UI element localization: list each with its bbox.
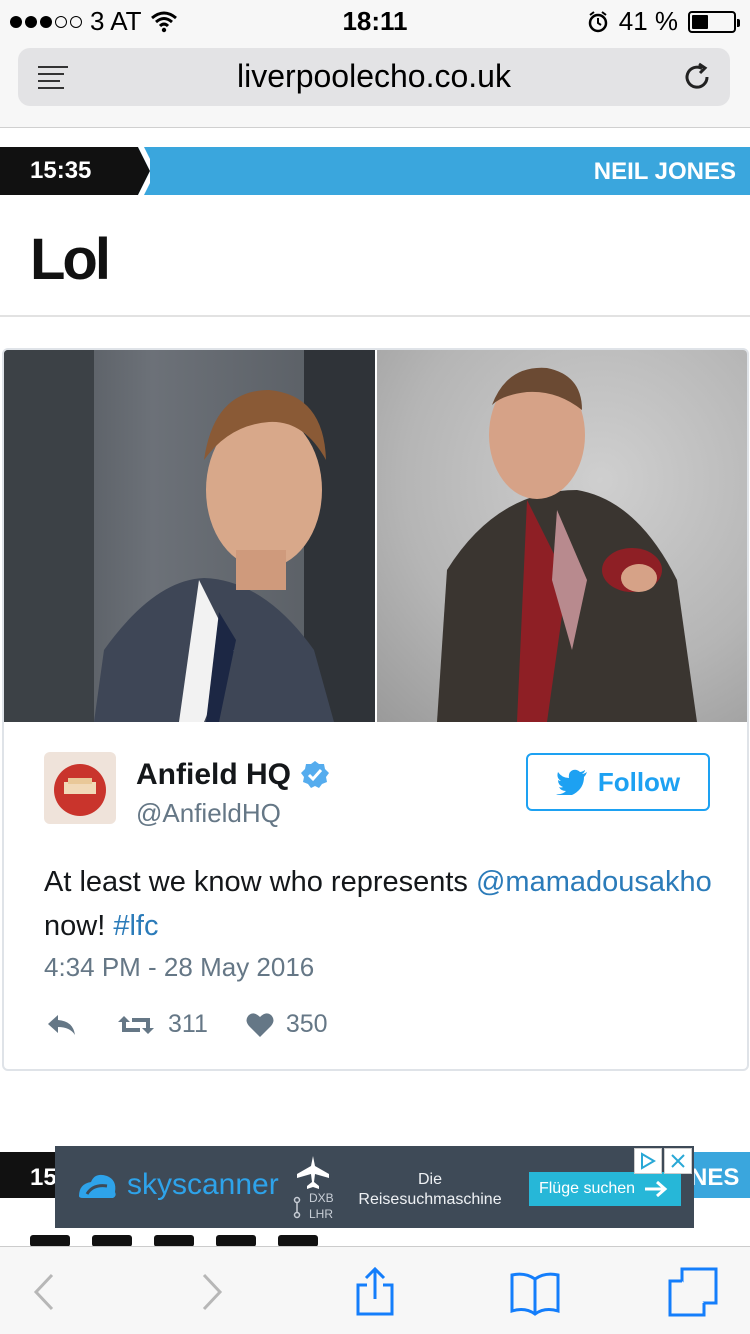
divider <box>0 315 750 317</box>
follow-label: Follow <box>597 766 681 797</box>
tweet-author[interactable]: Anfield HQ <box>136 758 331 792</box>
tweet-photos[interactable] <box>4 350 747 722</box>
forward-icon[interactable] <box>186 1267 236 1317</box>
heart-icon <box>246 1012 274 1037</box>
tweet-hashtag-link[interactable]: #lfc <box>113 910 158 942</box>
next-post-author: NES <box>690 1152 750 1198</box>
man-in-brown-suit-image <box>437 367 697 722</box>
retweet-icon <box>118 1015 154 1034</box>
ad-cta-button[interactable]: Flüge suchen <box>529 1172 681 1206</box>
skyscanner-cloud-icon <box>79 1174 116 1198</box>
tweet-mention-link[interactable]: @mamadousakho <box>476 866 712 898</box>
share-icon[interactable] <box>350 1267 400 1317</box>
alarm-icon <box>588 10 607 32</box>
page: 3 AT 18:11 41 % liverpoolecho.co.uk 15:3… <box>0 0 750 1334</box>
like-action[interactable]: 350 <box>246 1010 328 1039</box>
tweet-text: At least we know who represents @mamadou… <box>44 860 714 948</box>
post-headline: Lol <box>30 227 111 292</box>
ad-route-to: LHR <box>309 1207 334 1221</box>
reply-icon <box>48 1014 75 1035</box>
post-meta-bar: 15:35 NEIL JONES <box>0 147 750 195</box>
ad-choices[interactable] <box>634 1148 694 1174</box>
battery-percentage: 41 % <box>618 6 678 36</box>
retweet-count: 311 <box>168 1010 208 1038</box>
tweet-avatar[interactable] <box>44 752 116 824</box>
ad-close-icon[interactable] <box>664 1148 692 1174</box>
tweet-text-part1: At least we know who represents <box>44 866 476 898</box>
twitter-bird-icon <box>555 769 587 795</box>
tweet-date[interactable]: 4:34 PM - 28 May 2016 <box>44 952 314 983</box>
reply-action[interactable] <box>44 1013 78 1037</box>
tweet-author-name[interactable]: Anfield HQ <box>136 758 291 792</box>
retweet-action[interactable]: 311 <box>116 1010 208 1039</box>
tweet-photo-left[interactable] <box>4 350 375 722</box>
adchoices-icon[interactable] <box>634 1148 662 1174</box>
man-in-grey-suit-image <box>4 350 375 722</box>
ad-banner[interactable]: skyscanner DXB LHR Die Reisesuchmaschine… <box>55 1146 694 1228</box>
ad-brand: skyscanner <box>127 1168 279 1201</box>
url-text[interactable]: liverpoolecho.co.uk <box>18 58 730 95</box>
verified-badge-icon <box>301 761 329 788</box>
ad-description: Die Reisesuchmaschine <box>358 1171 502 1208</box>
tweet-text-part2: now! <box>44 910 114 942</box>
address-bar[interactable]: liverpoolecho.co.uk <box>18 48 730 106</box>
ad-route: DXB LHR <box>309 1190 334 1222</box>
back-icon[interactable] <box>20 1267 70 1317</box>
status-right: 41 % <box>587 6 740 37</box>
skyscanner-logo: skyscanner <box>73 1168 279 1202</box>
browser-toolbar: liverpoolecho.co.uk <box>0 40 750 128</box>
tweet-actions: 311 350 <box>44 1010 366 1039</box>
ad-route-from: DXB <box>309 1191 334 1205</box>
tweet-photo-right[interactable] <box>377 350 747 722</box>
ad-cta-label: Flüge suchen <box>538 1180 636 1197</box>
post-author[interactable]: NEIL JONES <box>594 158 736 186</box>
next-post-time: 15 <box>0 1152 60 1198</box>
battery-icon <box>688 10 740 33</box>
arrow-right-icon <box>645 1180 668 1198</box>
browser-bottom-toolbar <box>0 1246 750 1334</box>
status-bar: 3 AT 18:11 41 % <box>0 0 750 40</box>
tabs-icon[interactable] <box>668 1267 718 1317</box>
anfield-hq-logo <box>54 764 106 816</box>
tweet-handle[interactable]: @AnfieldHQ <box>136 798 281 829</box>
reload-icon[interactable] <box>680 60 714 94</box>
follow-button[interactable]: Follow <box>526 753 710 811</box>
post-time: 15:35 <box>30 157 92 184</box>
embedded-tweet: Anfield HQ @AnfieldHQ Follow At least we… <box>2 348 749 1071</box>
bookmarks-icon[interactable] <box>510 1267 560 1317</box>
like-count: 350 <box>285 1010 328 1038</box>
